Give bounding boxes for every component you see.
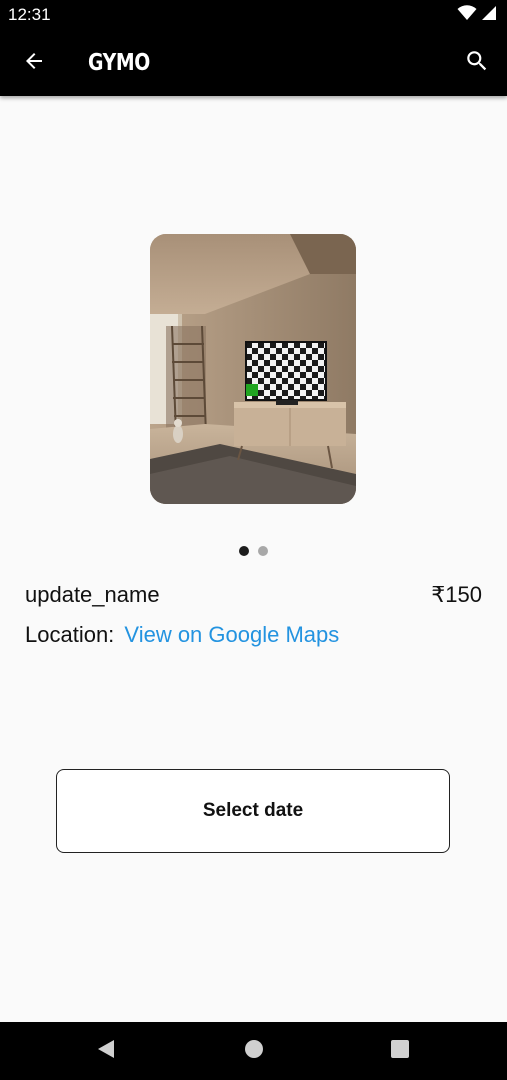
location-label: Location:	[25, 622, 115, 647]
google-maps-link[interactable]: View on Google Maps	[124, 622, 339, 647]
location-row: Location: View on Google Maps	[25, 620, 339, 650]
carousel-dot[interactable]	[258, 546, 268, 556]
carousel-dot-active[interactable]	[239, 546, 249, 556]
nav-recents-button[interactable]	[385, 1036, 415, 1066]
listing-name: update_name	[25, 582, 160, 607]
search-icon	[464, 48, 490, 79]
app-title: GYMO	[88, 50, 150, 76]
arrow-left-icon	[22, 49, 46, 78]
select-date-button[interactable]: Select date	[56, 769, 450, 853]
status-time: 12:31	[8, 5, 51, 24]
carousel-indicator	[0, 546, 507, 556]
listing-photo[interactable]	[150, 234, 356, 504]
recents-square-icon	[390, 1039, 410, 1064]
home-circle-icon	[244, 1039, 264, 1064]
back-button[interactable]	[14, 43, 54, 83]
screen: 12:31 GYMO update_name ₹150 Location: Vi…	[0, 0, 507, 1080]
nav-home-button[interactable]	[239, 1036, 269, 1066]
search-button[interactable]	[457, 43, 497, 83]
signal-icon	[481, 5, 497, 26]
status-icons	[457, 4, 497, 26]
back-triangle-icon	[96, 1039, 116, 1064]
listing-price: ₹150	[431, 582, 482, 607]
wifi-icon	[457, 4, 477, 26]
nav-back-button[interactable]	[91, 1036, 121, 1066]
system-nav-bar	[0, 1022, 507, 1080]
status-bar: 12:31	[0, 0, 507, 30]
app-bar: GYMO	[0, 30, 507, 96]
